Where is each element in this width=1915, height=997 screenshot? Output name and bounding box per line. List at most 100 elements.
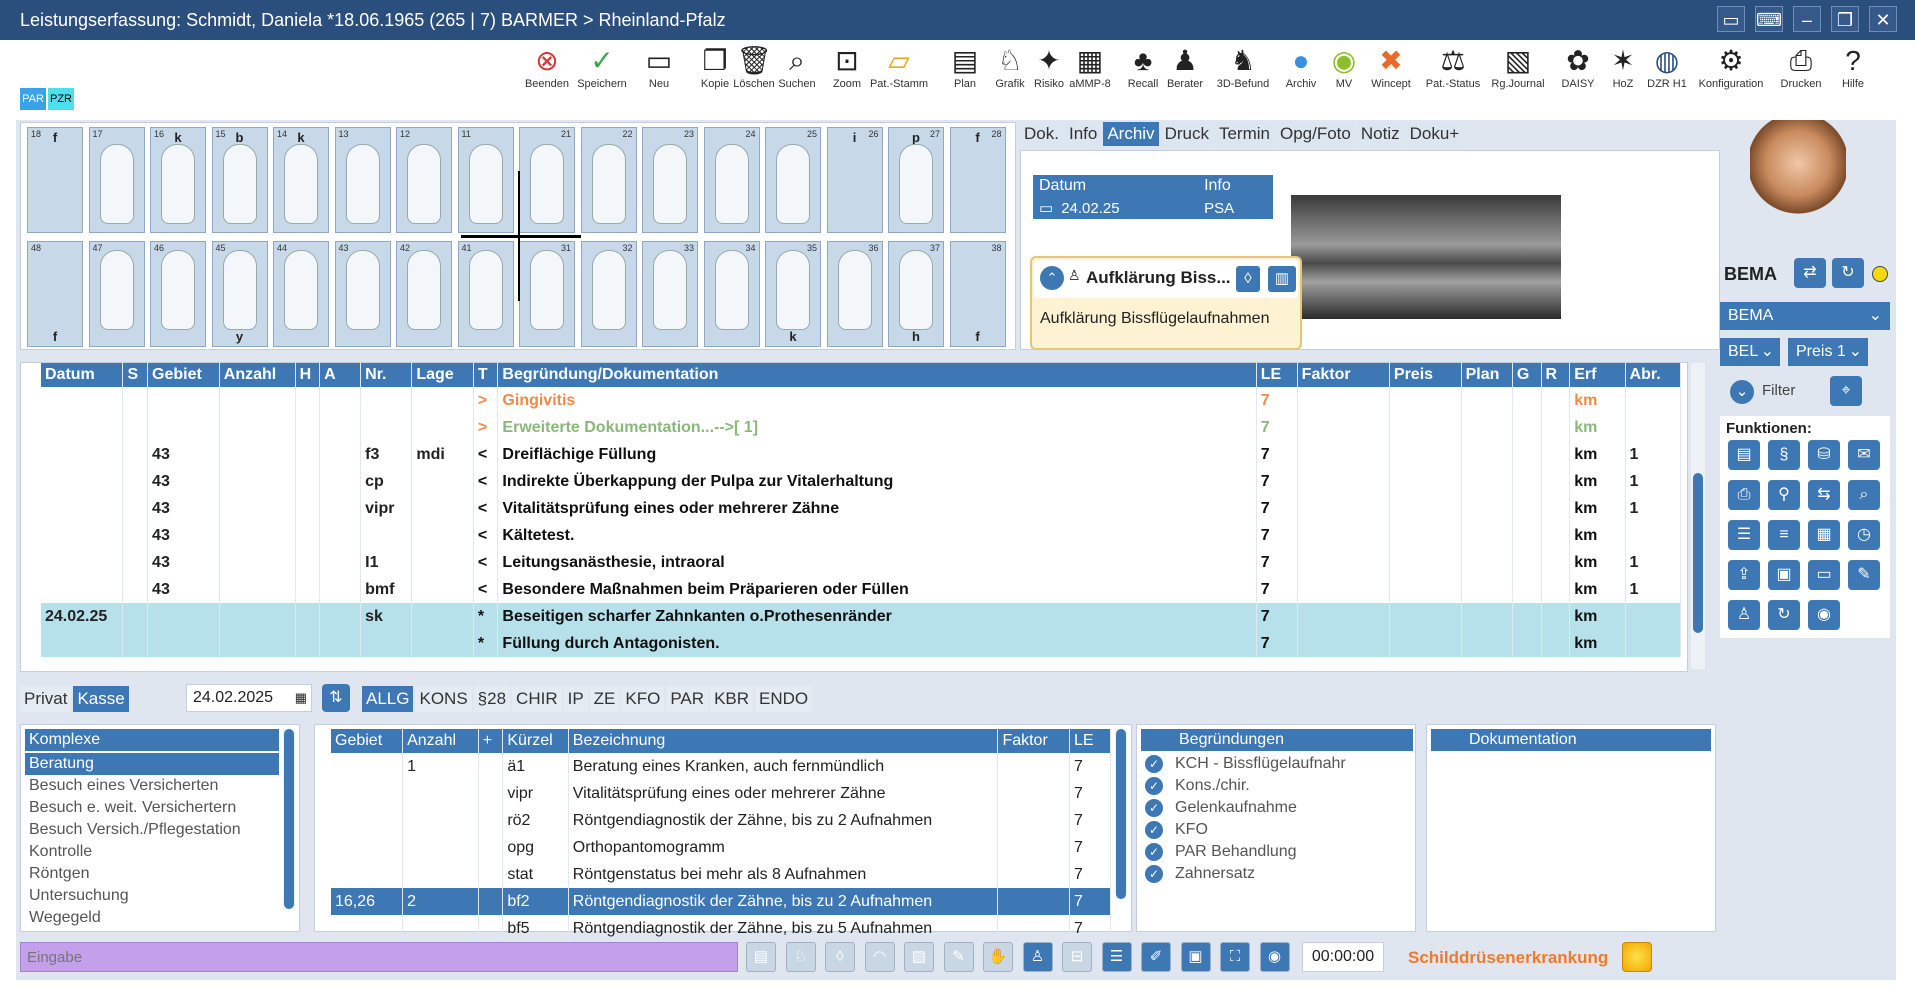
hand-icon[interactable]: ✋	[983, 942, 1013, 972]
bel-select[interactable]: BEL ⌄	[1720, 338, 1780, 366]
table-row[interactable]: vipr Vitalitätsprüfung eines oder mehrere…	[331, 780, 1111, 807]
transfer-icon[interactable]: ⇄	[1794, 258, 1826, 288]
category-tab[interactable]: CHIR	[512, 686, 562, 712]
badge-pzr[interactable]: PZR	[48, 88, 74, 110]
tooth-26[interactable]: 26 i	[826, 127, 883, 233]
drop-icon[interactable]: ◊	[1236, 266, 1260, 292]
tooth-27[interactable]: 27 p	[888, 127, 944, 233]
tooth-45[interactable]: 45 y	[211, 241, 268, 347]
tooth-11[interactable]: 11	[457, 127, 514, 233]
drop-icon[interactable]: ◊	[825, 942, 855, 972]
list-item[interactable]: Beratung	[25, 753, 279, 775]
transfer-icon[interactable]: ⇆	[1808, 480, 1840, 510]
list-item[interactable]: ✓ PAR Behandlung	[1141, 841, 1413, 863]
column-header[interactable]: Erf	[1569, 363, 1626, 387]
search-list-icon[interactable]: ⌕	[1848, 480, 1880, 510]
check-icon[interactable]: ✓	[1145, 777, 1163, 795]
filter-icon[interactable]: ⚲	[1768, 480, 1800, 510]
column-header[interactable]: Begründung/Dokumentation	[497, 363, 1257, 387]
list-item[interactable]: ✓ KCH - Bissflügelaufnahr	[1141, 753, 1413, 775]
table-row[interactable]: rö2 Röntgendiagnostik der Zähne, bis zu 2…	[331, 807, 1111, 834]
tooth-48[interactable]: 48 f	[27, 241, 83, 347]
tooth-28[interactable]: 28 f	[949, 127, 1006, 233]
filter-toggle-icon[interactable]: ⌄	[1730, 380, 1754, 404]
tooth-47[interactable]: 47	[88, 241, 145, 347]
list-icon[interactable]: ☰	[1728, 520, 1760, 550]
list-item[interactable]: Besuch eines Versicherten	[25, 775, 279, 797]
tab-termin[interactable]: Termin	[1214, 122, 1274, 146]
tooth-23[interactable]: 23	[642, 127, 698, 233]
table-row[interactable]: opg Orthopantomogramm 7	[331, 834, 1111, 861]
tooth-17[interactable]: 17	[88, 127, 145, 233]
pin-icon[interactable]: ✐	[1141, 942, 1171, 972]
list-item[interactable]: ✓ Zahnersatz	[1141, 863, 1413, 885]
person-icon[interactable]: ♙	[1022, 942, 1053, 972]
grid-icon[interactable]: ▦	[1808, 520, 1840, 550]
column-header[interactable]: Lage	[411, 363, 474, 387]
tooth-42[interactable]: 42	[396, 241, 452, 347]
mail-icon[interactable]: ✉	[1848, 440, 1880, 470]
fullscreen-icon[interactable]: ⛶	[1220, 942, 1250, 972]
trash-icon[interactable]: ▥	[1268, 266, 1296, 292]
check-icon[interactable]: ✓	[1145, 821, 1163, 839]
category-tab[interactable]: ZE	[589, 686, 620, 712]
list-icon[interactable]: ☰	[1101, 942, 1132, 972]
column-header[interactable]: G	[1512, 363, 1542, 387]
tooth-34[interactable]: 34	[703, 241, 760, 347]
column-header[interactable]: T	[473, 363, 499, 387]
column-header[interactable]: Kürzel	[502, 729, 569, 753]
column-header[interactable]: Anzahl	[402, 729, 479, 753]
privat-button[interactable]: Privat	[20, 686, 72, 712]
column-header[interactable]: LE	[1256, 363, 1298, 387]
column-header[interactable]: Abr.	[1625, 363, 1682, 387]
screenshot-icon[interactable]: ◉	[1259, 942, 1290, 972]
tooth-16[interactable]: 16 k	[150, 127, 206, 233]
export-icon[interactable]: ⇪	[1728, 560, 1760, 590]
minimize-icon[interactable]: –	[1793, 6, 1821, 32]
table-row[interactable]: 43 cp < Indirekte Überkappung der Pulpa zur…	[41, 468, 1682, 495]
database-icon[interactable]: ▤	[1728, 440, 1760, 470]
maximize-icon[interactable]: ❐	[1831, 6, 1859, 32]
chart-icon[interactable]: ◠	[864, 942, 895, 972]
bema-select[interactable]: BEMA ⌄	[1720, 302, 1890, 330]
check-icon[interactable]: ✓	[1145, 865, 1163, 883]
column-header[interactable]: Datum	[41, 363, 124, 387]
tooth-43[interactable]: 43	[334, 241, 391, 347]
patient-photo[interactable]	[1750, 120, 1846, 216]
screen-icon[interactable]: ▭	[1717, 6, 1745, 32]
sync-icon[interactable]: ↻	[1768, 600, 1800, 630]
tooth-15[interactable]: 15 b	[211, 127, 268, 233]
tab-opgfoto[interactable]: Opg/Foto	[1275, 122, 1355, 146]
tooth-21[interactable]: 21	[519, 127, 575, 233]
list-item[interactable]: Wegegeld	[25, 907, 279, 929]
category-tab[interactable]: PAR	[666, 686, 709, 712]
eye-icon[interactable]: ◉	[1808, 600, 1840, 630]
edit-icon[interactable]: ✎	[1848, 560, 1880, 590]
column-header[interactable]: A	[319, 363, 362, 387]
list-item[interactable]: ✓ Gelenkaufnahme	[1141, 797, 1413, 819]
tooth-41[interactable]: 41	[457, 241, 514, 347]
list-item[interactable]: Untersuchung	[25, 885, 279, 907]
table-row[interactable]: 16,26 2 bf2 Röntgendiagnostik der Zähne, bi…	[331, 888, 1111, 915]
input-field[interactable]	[20, 942, 738, 972]
table-row[interactable]: 43 I1 < Leitungsanästhesie, intraoral 7 km 1	[41, 549, 1682, 576]
car-icon[interactable]: ⊟	[1062, 942, 1092, 972]
column-header[interactable]: Anzahl	[219, 363, 296, 387]
column-header[interactable]: Gebiet	[147, 363, 220, 387]
sun-icon[interactable]	[1622, 942, 1652, 972]
check-icon[interactable]: ✓	[1145, 755, 1163, 773]
column-header[interactable]: +	[478, 729, 504, 753]
tooth-25[interactable]: 25	[765, 127, 821, 233]
table-row[interactable]: bf5 Röntgendiagnostik der Zähne, bis zu 5…	[331, 915, 1111, 942]
tooth-13[interactable]: 13	[334, 127, 391, 233]
tooth-35[interactable]: 35 k	[765, 241, 821, 347]
category-tab[interactable]: KONS	[415, 686, 472, 712]
close-icon[interactable]: ✕	[1869, 6, 1897, 32]
texture-icon[interactable]: ▧	[904, 942, 934, 972]
tooth-24[interactable]: 24	[703, 127, 760, 233]
table-row[interactable]: stat Röntgenstatus bei mehr als 8 Aufnahm…	[331, 861, 1111, 888]
list-item[interactable]: Kontrolle	[25, 841, 279, 863]
main-scrollbar[interactable]	[1691, 363, 1705, 669]
services-scrollbar[interactable]	[1115, 729, 1127, 899]
tab-doku[interactable]: Doku+	[1405, 122, 1464, 146]
